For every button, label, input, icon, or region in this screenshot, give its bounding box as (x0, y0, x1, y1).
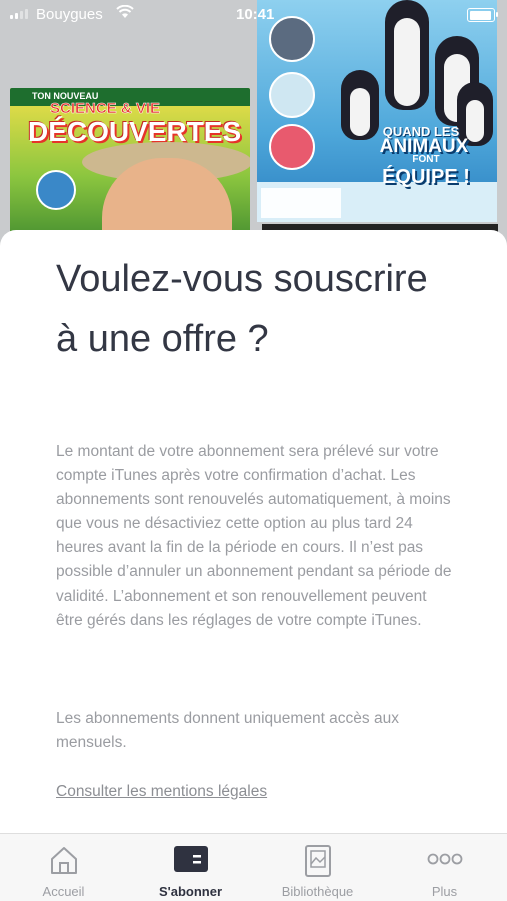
home-icon (48, 844, 80, 881)
tab-plus[interactable]: Plus (381, 834, 507, 901)
subscription-sheet: Voulez-vous souscrire à une offre ? Le m… (0, 230, 507, 836)
tab-accueil[interactable]: Accueil (0, 834, 127, 901)
battery-icon (467, 8, 498, 22)
tab-bibliotheque[interactable]: Bibliothèque (254, 834, 381, 901)
cover-badge-illustration (36, 170, 76, 210)
tab-label: Bibliothèque (281, 884, 354, 899)
carrier-name: Bouygues (36, 6, 103, 23)
magazine-cover-decouvertes: TON NOUVEAU SCIENCE & VIE DÉCOUVERTES (10, 88, 250, 248)
cover-headline: ÉQUIPE ! (382, 166, 470, 188)
wifi-icon (116, 4, 134, 23)
library-icon (303, 844, 333, 883)
cover-thumb-circle (269, 72, 315, 118)
cover-headline: FONT (412, 154, 440, 165)
signal-icon (10, 9, 28, 19)
tab-label: Accueil (42, 884, 85, 899)
magazine-cover-animaux: QUAND LES ANIMAUX FONT ÉQUIPE ! (257, 0, 497, 222)
access-info-paragraph: Les abonnements donnent uniquement accès… (56, 710, 399, 752)
legal-mentions-link[interactable]: Consulter les mentions légales (56, 783, 267, 801)
cover-brand: SCIENCE & VIE (50, 100, 161, 118)
cover-barcode (261, 188, 341, 218)
tab-bar: Accueil S'abonner Bibliothèque Plus (0, 833, 507, 901)
sheet-title: Voulez-vous souscrire à une offre ? (56, 258, 428, 360)
tab-label: Plus (431, 884, 458, 899)
tab-label: S'abonner (158, 884, 223, 899)
billing-info-paragraph: Le montant de votre abonnement sera prél… (56, 443, 452, 629)
status-bar: Bouygues 10:41 (0, 0, 507, 30)
tab-sabonner[interactable]: S'abonner (127, 834, 254, 901)
more-icon (427, 852, 463, 870)
subscribe-icon (173, 844, 209, 879)
clock: 10:41 (236, 6, 275, 23)
cover-thumb-circle (269, 124, 315, 170)
